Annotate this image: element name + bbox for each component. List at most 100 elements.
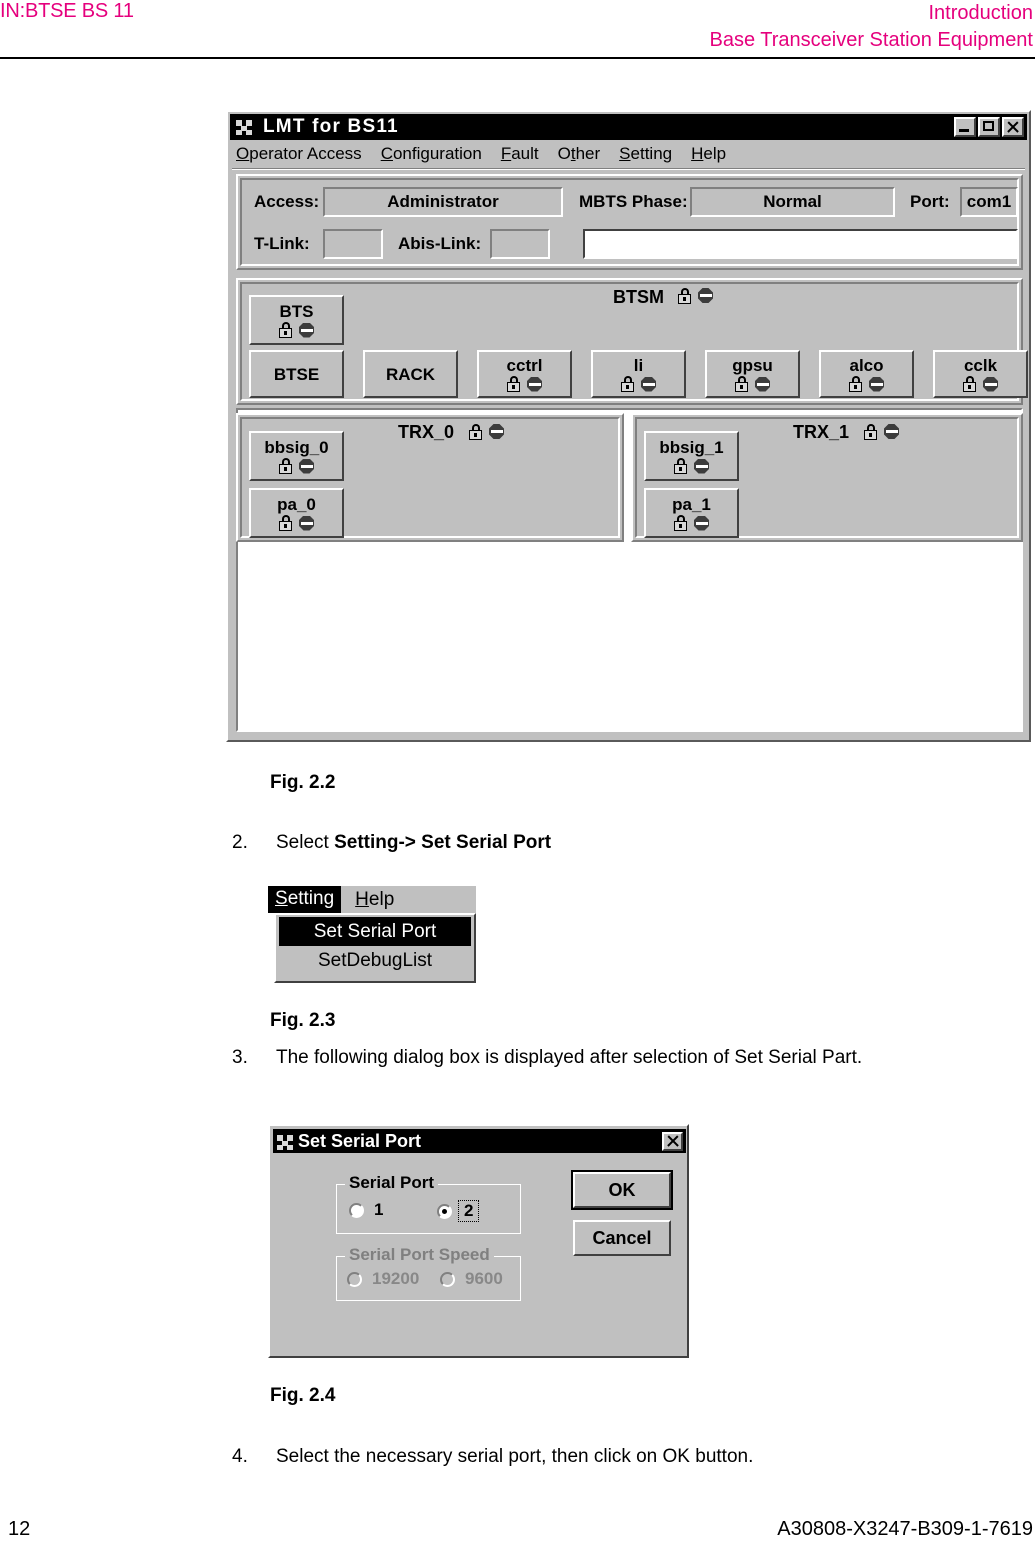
dialog-close-button[interactable]	[662, 1131, 683, 1151]
device-label: gpsu	[732, 355, 773, 375]
device-label: pa_0	[277, 494, 316, 514]
device-icons	[674, 515, 709, 532]
menu-setting[interactable]: Setting	[619, 144, 672, 164]
speed-option-9600: 9600	[440, 1269, 503, 1289]
lock-icon	[469, 423, 482, 440]
minimize-icon	[959, 129, 969, 132]
serial-port-group: Serial Port 1 2	[336, 1173, 521, 1234]
menu-item-set-serial-port[interactable]: Set Serial Port	[279, 917, 471, 946]
radio-button[interactable]	[349, 1202, 364, 1218]
header-rule	[0, 57, 1035, 59]
port-label: Port:	[910, 192, 950, 211]
device-button-gpsu[interactable]: gpsu	[705, 350, 800, 398]
lock-icon	[279, 458, 292, 474]
radio-button	[347, 1271, 362, 1287]
device-button-pa-1[interactable]: pa_1	[644, 488, 739, 538]
step-2-plain: Select	[276, 832, 335, 853]
device-button-alco[interactable]: alco	[819, 350, 914, 398]
device-icons	[279, 458, 314, 475]
device-label: RACK	[385, 364, 436, 384]
cancel-button[interactable]: Cancel	[573, 1220, 671, 1256]
device-button-pa-0[interactable]: pa_0	[249, 488, 344, 538]
message-input[interactable]	[583, 229, 1018, 259]
menubar-setting[interactable]: SSettingetting	[268, 886, 342, 913]
setting-menu-list: Set Serial Port SetDebugList	[274, 913, 476, 983]
menubar-help[interactable]: Help	[341, 889, 394, 911]
device-icons	[621, 376, 656, 393]
trx-group-1: TRX_1 bbsig_1 pa_1	[631, 413, 1023, 542]
device-icons	[849, 376, 884, 393]
serial-port-option-2-label: 2	[458, 1200, 480, 1222]
lock-icon	[279, 322, 292, 338]
device-button-cclk[interactable]: cclk	[933, 350, 1028, 398]
device-button-li[interactable]: li	[591, 350, 686, 398]
trx-group-1-title: TRX_1	[793, 422, 850, 442]
disabled-icon	[299, 515, 314, 531]
lmt-menubar: Operator Access Configuration Fault Othe…	[230, 142, 1027, 166]
ok-button[interactable]: OK	[571, 1170, 673, 1210]
abislink-label: Abis-Link:	[398, 234, 482, 253]
menu-other[interactable]: Other	[558, 144, 601, 164]
serial-port-group-title: Serial Port	[345, 1173, 439, 1193]
header-right-line1: Introduction	[928, 2, 1033, 24]
device-button-cctrl[interactable]: cctrl	[477, 350, 572, 398]
device-label: cclk	[963, 355, 998, 375]
lock-icon	[849, 376, 862, 392]
btsm-icons	[678, 287, 713, 304]
lock-icon	[674, 458, 687, 474]
serial-port-speed-group-title: Serial Port Speed	[345, 1245, 494, 1265]
footer-document-id: A30808-X3247-B309-1-7619	[777, 1518, 1033, 1540]
step-4-number: 4.	[232, 1446, 248, 1467]
disabled-icon	[869, 376, 884, 392]
dialog-title: Set Serial Port	[298, 1130, 422, 1151]
lock-icon	[674, 515, 687, 531]
device-button-bts[interactable]: BTS	[249, 295, 344, 345]
access-value: Administrator	[323, 187, 563, 217]
device-icons	[674, 458, 709, 475]
radio-button[interactable]	[437, 1203, 452, 1219]
radio-button	[440, 1271, 455, 1287]
step-4-text: Select the necessary serial port, then c…	[276, 1446, 754, 1467]
step-2-text: Select Setting-> Set Serial Port	[276, 832, 551, 854]
menu-fault[interactable]: Fault	[501, 144, 539, 164]
device-icons	[963, 376, 998, 393]
device-icons	[279, 322, 314, 339]
device-label: pa_1	[672, 494, 711, 514]
speed-option-9600-label: 9600	[465, 1269, 503, 1288]
status-panel: Access: Administrator MBTS Phase: Normal…	[236, 174, 1023, 270]
maximize-button[interactable]	[978, 117, 1000, 137]
menu-item-set-debug-list[interactable]: SetDebugList	[276, 946, 474, 975]
minimize-button[interactable]	[954, 117, 976, 137]
device-label: cctrl	[506, 355, 543, 375]
step-2-bold: Setting-> Set Serial Port	[334, 832, 552, 853]
page-header: IN:BTSE BS 11 Introduction Base Transcei…	[0, 0, 1035, 59]
lock-icon	[507, 376, 520, 392]
device-button-rack[interactable]: RACK	[363, 350, 458, 398]
step-3-number: 3.	[232, 1047, 248, 1068]
serial-port-option-1[interactable]: 1	[349, 1200, 383, 1220]
disabled-icon	[694, 458, 709, 474]
menu-operator-access[interactable]: Operator Access	[236, 144, 362, 164]
lmt-window: LMT for BS11 Operator Access Configurati…	[226, 110, 1031, 742]
menu-help[interactable]: Help	[691, 144, 726, 164]
trx-group-0: TRX_0 bbsig_0 pa_0	[236, 413, 624, 542]
port-value: com1	[960, 187, 1018, 217]
device-label: bbsig_0	[264, 437, 329, 457]
lmt-titlebar[interactable]: LMT for BS11	[230, 114, 1027, 140]
figure-caption-2-2: Fig. 2.2	[270, 772, 336, 793]
device-button-btse[interactable]: BTSE	[249, 350, 344, 398]
dialog-titlebar[interactable]: Set Serial Port	[273, 1129, 686, 1153]
menu-configuration[interactable]: Configuration	[381, 144, 482, 164]
header-right-line2: Base Transceiver Station Equipment	[709, 29, 1033, 51]
device-button-bbsig-1[interactable]: bbsig_1	[644, 431, 739, 481]
serial-port-option-2[interactable]: 2	[437, 1200, 480, 1222]
tlink-value	[323, 229, 383, 259]
app-icon	[235, 117, 254, 137]
disabled-icon	[641, 376, 656, 392]
device-button-bbsig-0[interactable]: bbsig_0	[249, 431, 344, 481]
close-button[interactable]	[1002, 117, 1024, 137]
menubar-separator	[232, 168, 1025, 170]
serial-port-option-1-label: 1	[374, 1200, 384, 1219]
lock-icon	[678, 287, 691, 304]
speed-option-19200: 19200	[347, 1269, 419, 1289]
